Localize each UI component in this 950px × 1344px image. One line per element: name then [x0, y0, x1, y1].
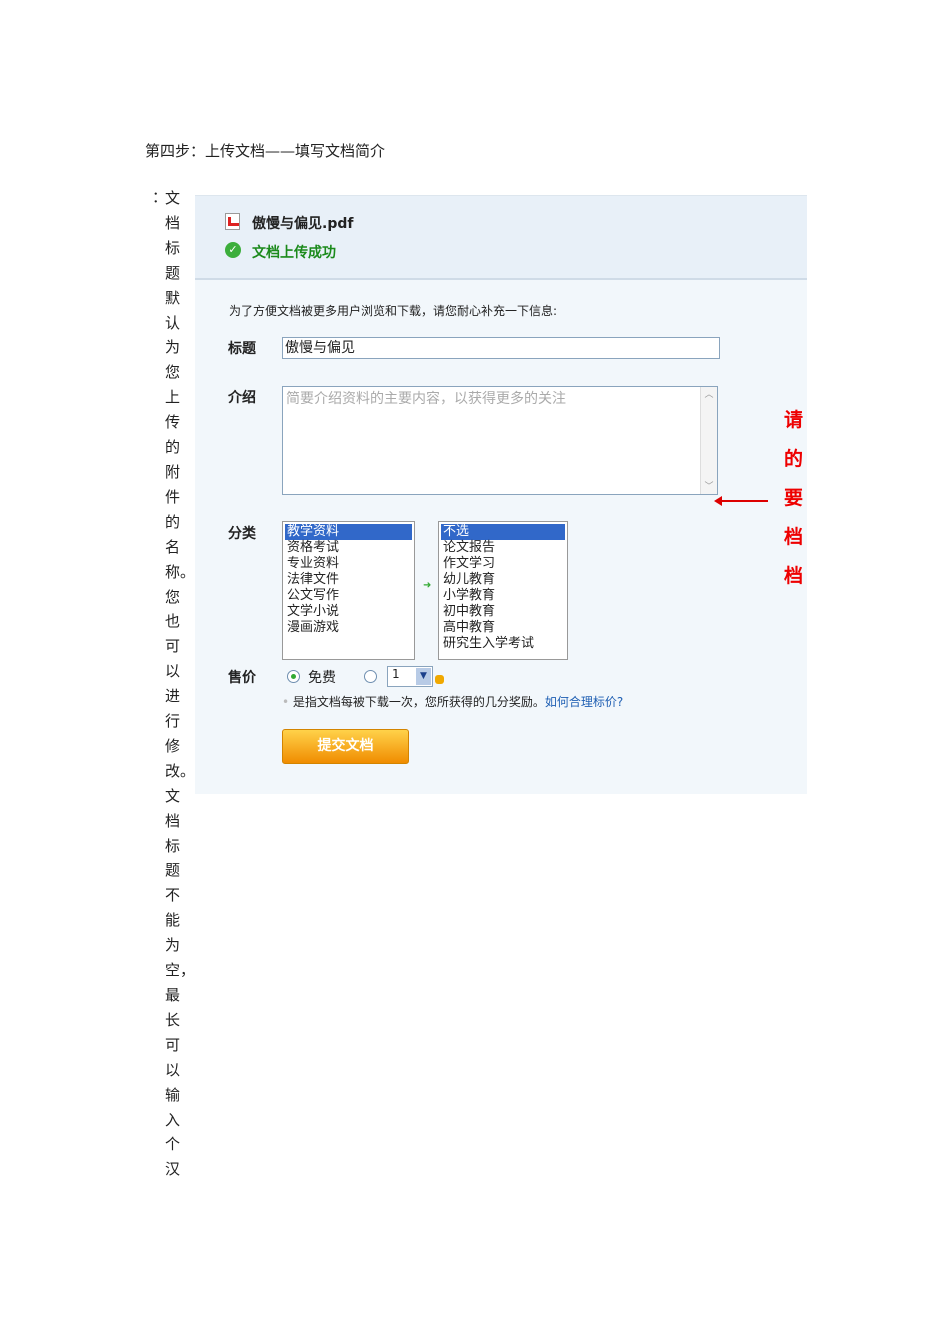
list-item[interactable]: 资格考试: [285, 540, 412, 556]
red-arrow-icon: [714, 496, 768, 506]
category-list-primary[interactable]: 教学资料 资格考试 专业资料 法律文件 公文写作 文学小说 漫画游戏: [282, 521, 415, 660]
list-item[interactable]: 漫画游戏: [285, 620, 412, 636]
list-item[interactable]: 教学资料: [285, 524, 412, 540]
price-select[interactable]: 1 ▼: [387, 666, 433, 687]
list-item[interactable]: 研究生入学考试: [441, 636, 565, 652]
list-item[interactable]: 专业资料: [285, 556, 412, 572]
price-label: 售价: [228, 670, 256, 686]
coin-icon: [435, 675, 444, 684]
desc-label: 介绍: [228, 390, 256, 406]
annotation-char: 档: [784, 526, 804, 548]
list-item[interactable]: 初中教育: [441, 604, 565, 620]
check-icon: ✓: [225, 242, 241, 258]
green-arrow-icon: ➜: [423, 580, 432, 591]
list-item[interactable]: 文学小说: [285, 604, 412, 620]
annotation-char: 请: [784, 409, 804, 431]
list-item[interactable]: 小学教育: [441, 588, 565, 604]
price-value: 1: [392, 667, 400, 681]
title-label: 标题: [228, 341, 256, 357]
paid-radio[interactable]: [364, 670, 377, 683]
list-item[interactable]: 幼儿教育: [441, 572, 565, 588]
list-item[interactable]: 作文学习: [441, 556, 565, 572]
upload-status: 文档上传成功: [252, 245, 336, 261]
scrollbar[interactable]: ︿ ﹀: [700, 387, 717, 494]
list-item[interactable]: 高中教育: [441, 620, 565, 636]
annotation-char: 档: [784, 565, 804, 587]
annotation-char: 的: [784, 448, 804, 470]
annotation-char: 要: [784, 487, 804, 509]
file-name: 傲慢与偏见.pdf: [252, 216, 354, 232]
list-item[interactable]: 公文写作: [285, 588, 412, 604]
pricing-help-link[interactable]: 如何合理标价?: [545, 695, 623, 709]
pdf-file-icon: [225, 213, 240, 230]
chevron-down-icon[interactable]: ▼: [416, 668, 431, 685]
upload-header: 傲慢与偏见.pdf ✓ 文档上传成功: [195, 196, 807, 280]
document-page: 第四步：上传文档——填写文档简介 ： 文档标题默认为您上传的附件的名称。您也可以…: [0, 0, 950, 1344]
title-input[interactable]: 傲慢与偏见: [282, 337, 720, 359]
list-item[interactable]: 不选: [441, 524, 565, 540]
free-radio[interactable]: [287, 670, 300, 683]
submit-button[interactable]: 提交文档: [282, 729, 409, 764]
free-label: 免费: [308, 670, 336, 686]
side-vertical-text: 文档标题默认为您上传的附件的名称。您也可以进行修改。文档标题不能为空，最长可以输…: [165, 189, 196, 1179]
price-note-text: 是指文档每被下载一次，您所获得的几分奖励。: [292, 695, 545, 709]
category-list-secondary[interactable]: 不选 论文报告 作文学习 幼儿教育 小学教育 初中教育 高中教育 研究生入学考试: [438, 521, 568, 660]
intro-text: 为了方便文档被更多用户浏览和下载，请您耐心补充一下信息:: [229, 304, 558, 318]
list-item[interactable]: 论文报告: [441, 540, 565, 556]
price-note: • 是指文档每被下载一次，您所获得的几分奖励。如何合理标价?: [282, 695, 624, 709]
red-annotation: 请 的 要 档 档: [784, 401, 806, 596]
desc-placeholder: 简要介绍资料的主要内容，以获得更多的关注: [286, 391, 566, 407]
step-heading: 第四步：上传文档——填写文档简介: [145, 142, 386, 160]
category-label: 分类: [228, 526, 256, 542]
list-item[interactable]: 法律文件: [285, 572, 412, 588]
upload-form-screenshot: 傲慢与偏见.pdf ✓ 文档上传成功 为了方便文档被更多用户浏览和下载，请您耐心…: [195, 195, 807, 794]
desc-textarea[interactable]: 简要介绍资料的主要内容，以获得更多的关注 ︿ ﹀: [282, 386, 718, 495]
